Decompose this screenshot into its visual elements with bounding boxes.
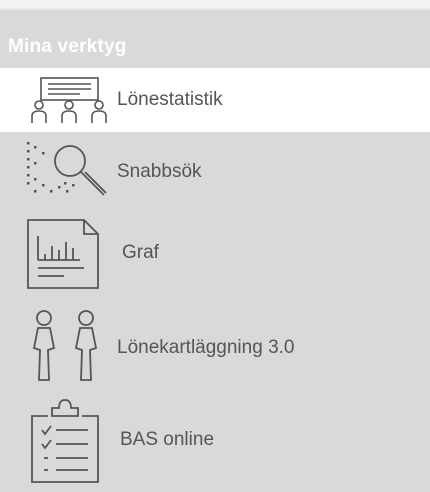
magnifier-search-icon — [27, 142, 107, 196]
clipboard-checklist-icon — [31, 399, 99, 483]
menu-item-label: Lönestatistik — [117, 89, 223, 110]
menu-item-lonekartlaggning[interactable]: Lönekartläggning 3.0 — [0, 302, 430, 392]
menu-item-label: Lönekartläggning 3.0 — [117, 337, 295, 358]
tools-panel: Mina verktyg Lönestatistik Snabbsök Graf… — [0, 0, 430, 492]
male-female-figures-icon — [32, 310, 98, 381]
menu-item-label: BAS online — [120, 429, 215, 450]
menu-item-graf[interactable]: Graf — [0, 212, 430, 294]
menu-item-label: Graf — [122, 242, 159, 263]
menu-item-snabbsok[interactable]: Snabbsök — [0, 134, 430, 204]
top-strip — [0, 0, 430, 8]
bar-chart-document-icon — [27, 219, 99, 289]
presentation-audience-icon — [31, 77, 107, 123]
menu-item-bas-online[interactable]: BAS online — [0, 396, 430, 488]
menu-item-label: Snabbsök — [117, 161, 202, 182]
menu-item-lonestatistik[interactable]: Lönestatistik — [0, 68, 430, 132]
top-divider — [0, 8, 430, 10]
menu-header: Mina verktyg — [8, 36, 127, 57]
